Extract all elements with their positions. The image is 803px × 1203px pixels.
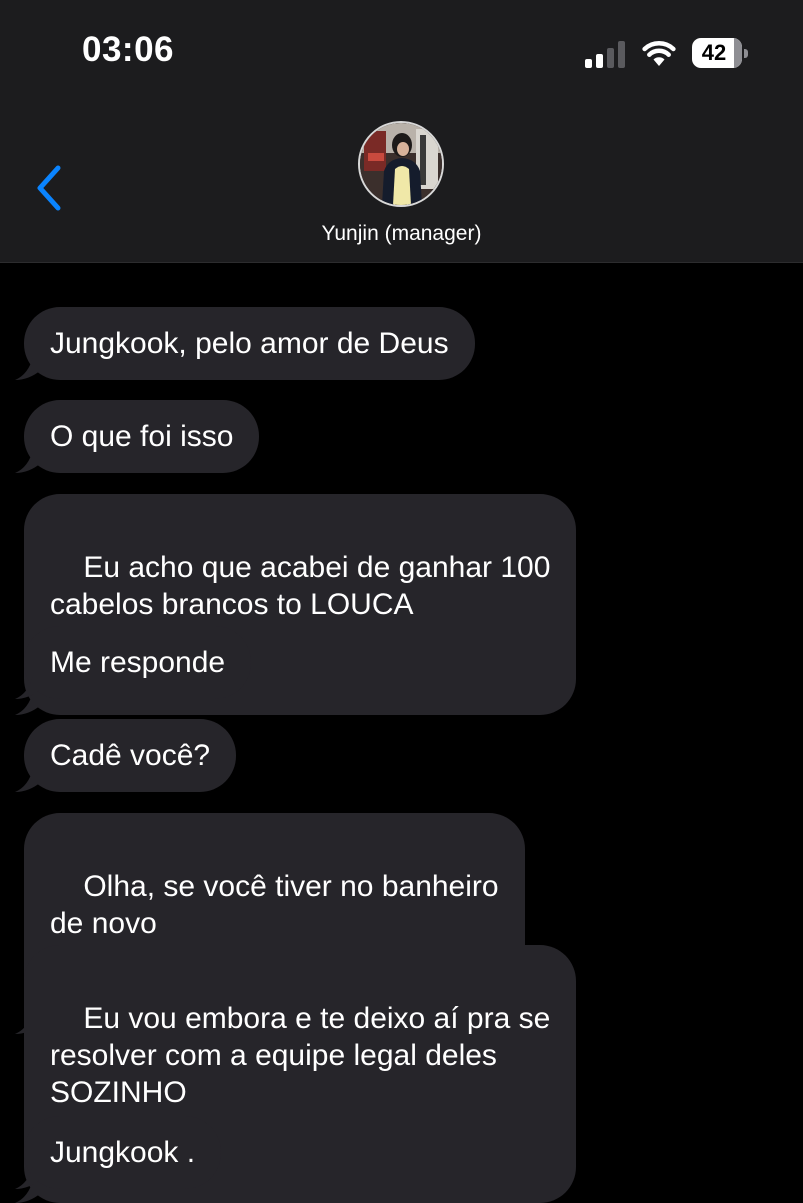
message-text: Me responde (50, 646, 226, 679)
bubble-tail (15, 356, 41, 380)
message-text: Jungkook . (50, 1136, 196, 1169)
cellular-signal-icon (585, 40, 629, 68)
back-button[interactable] (28, 162, 72, 214)
message-text: Olha, se você tiver no banheiro de novo (50, 870, 499, 940)
message-bubble[interactable]: Jungkook, pelo amor de Deus (15, 307, 475, 380)
message-text: Eu vou embora e te deixo aí pra se resol… (50, 1002, 551, 1109)
message-text: Eu acho que acabei de ganhar 100 cabelos… (50, 551, 551, 621)
message-bubble[interactable]: Me responde (15, 626, 252, 699)
message-bubble[interactable]: Jungkook . (15, 1116, 222, 1189)
status-time: 03:06 (82, 30, 175, 69)
contact-photo (360, 123, 442, 205)
bubble-tail (15, 449, 41, 473)
message-text: Jungkook, pelo amor de Deus (50, 327, 449, 360)
message-list[interactable]: Jungkook, pelo amor de Deus O que foi is… (0, 263, 803, 1203)
contact-name[interactable]: Yunjin (manager) (0, 222, 803, 246)
message-text: Cadê você? (50, 739, 211, 772)
message-text: O que foi isso (50, 420, 234, 453)
bubble-tail (15, 768, 41, 792)
conversation-header: 03:06 42 Yunjin (manager) (0, 0, 803, 263)
battery-level: 42 (701, 40, 727, 65)
bubble-tail (15, 675, 41, 699)
chevron-left-icon[interactable] (28, 162, 72, 214)
message-bubble[interactable]: O que foi isso (15, 400, 260, 473)
contact-avatar[interactable] (358, 121, 444, 207)
message-bubble[interactable]: Cadê você? (15, 719, 237, 792)
bubble-tail (15, 1165, 41, 1189)
wifi-icon (642, 41, 676, 66)
battery-icon: 42 (692, 38, 748, 68)
